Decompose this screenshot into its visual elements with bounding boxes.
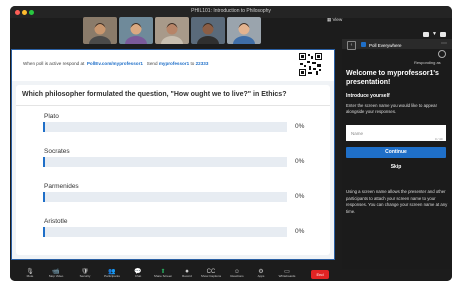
option-percent: 0% [295, 158, 305, 165]
mute-label: Mute [26, 274, 34, 278]
option-label: Parmenides [44, 183, 79, 190]
pin-icon[interactable]: ▼ [432, 32, 437, 37]
share-screen-label: Share Screen [153, 274, 173, 278]
security-button[interactable]: 🛡 Security [73, 269, 97, 279]
participant-video-4[interactable] [191, 17, 225, 44]
zoom-window: PHIL101: Introduction to Philosophy ▦ Vi… [10, 6, 452, 281]
character-counter: 0 / 40 [435, 137, 443, 141]
whiteboards-label: Whiteboards [278, 274, 296, 278]
question-divider [16, 105, 330, 106]
share-screen-button[interactable]: ⬆ Share Screen [151, 269, 175, 279]
chat-label: Chat [134, 274, 142, 278]
stop-video-button[interactable]: 📹 Stop Video [44, 269, 68, 279]
mute-button[interactable]: 🎙 Mute [18, 269, 42, 279]
apps-label: Apps [257, 274, 265, 278]
option-bar-fill [43, 122, 45, 132]
option-bar [43, 122, 287, 132]
whiteboards-button[interactable]: ▭ Whiteboards [275, 269, 299, 279]
anonymous-avatar-icon[interactable] [438, 50, 446, 58]
security-label: Security [79, 274, 91, 278]
option-label: Aristotle [44, 218, 68, 225]
reactions-button[interactable]: ☺ Reactions [225, 269, 249, 279]
option-bar [43, 192, 287, 202]
popout-icon[interactable] [440, 32, 446, 37]
show-captions-label: Show Captions [200, 274, 222, 278]
meeting-toolbar: 🎙 Mute 📹 Stop Video 🛡 Security 👥 Participants 💬 C… [10, 269, 452, 281]
screen-name-input[interactable] [346, 125, 446, 141]
view-button[interactable]: ▦ View [327, 17, 342, 23]
record-label: Record [182, 274, 192, 278]
welcome-heading: Welcome to myprofessor1's presentation! [346, 70, 439, 86]
participant-video-2[interactable] [119, 17, 153, 44]
participant-video-3[interactable] [155, 17, 189, 44]
reactions-label: Reactions [230, 274, 244, 278]
poll-url[interactable]: PollEv.com/myprofessor1 [87, 61, 143, 66]
participant-video-1[interactable] [83, 17, 117, 44]
respond-instructions: When poll is active respond at PollEv.co… [23, 61, 209, 66]
participants-button[interactable]: 👥 Participants [100, 269, 124, 279]
option-percent: 0% [295, 193, 305, 200]
poll-header: When poll is active respond at PollEv.co… [12, 50, 334, 81]
participant-video-5[interactable] [227, 17, 261, 44]
introduce-yourself-description: Enter the screen name you would like to … [346, 103, 438, 114]
participants-label: Participants [104, 274, 120, 278]
poll-everywhere-sidebar: ‹ Poll Everywhere ⋯ Responding as Welcom… [342, 39, 452, 269]
skip-button[interactable]: Skip [346, 164, 446, 170]
qr-code [298, 52, 323, 77]
option-bar [43, 157, 287, 167]
option-bar-fill [43, 227, 45, 237]
apps-button[interactable]: ⚙ Apps [249, 269, 273, 279]
poll-presentation: When poll is active respond at PollEv.co… [11, 49, 335, 260]
responding-as-row: Responding as [342, 49, 452, 65]
continue-button[interactable]: Continue [346, 147, 446, 158]
stop-video-label: Stop Video [48, 274, 64, 278]
responding-as-label: Responding as [414, 59, 441, 65]
record-button[interactable]: ⏺ Record [175, 269, 199, 279]
option-bar [43, 227, 287, 237]
text-code: myprofessor1 [158, 61, 190, 66]
question-text: Which philosopher formulated the questio… [22, 91, 287, 98]
end-meeting-button[interactable]: End [311, 270, 329, 279]
option-percent: 0% [295, 123, 305, 130]
option-bar-fill [43, 192, 45, 202]
poll-everywhere-logo-icon [361, 41, 366, 47]
option-bar-fill [43, 157, 45, 167]
show-captions-button[interactable]: CC Show Captions [199, 269, 223, 279]
option-label: Plato [44, 113, 59, 120]
sidebar-window-controls: ▼ [423, 32, 450, 38]
screen-icon[interactable] [423, 32, 429, 37]
chat-button[interactable]: 💬 Chat [126, 269, 150, 279]
text-number: 22333 [195, 61, 209, 66]
introduce-yourself-heading: Introduce yourself [346, 93, 390, 99]
question-card: Which philosopher formulated the questio… [16, 85, 330, 255]
option-percent: 0% [295, 228, 305, 235]
sidebar-title: Poll Everywhere [369, 43, 402, 48]
option-label: Socrates [44, 148, 70, 155]
window-title: PHIL101: Introduction to Philosophy [191, 7, 271, 14]
screen-name-note: Using a screen name allows the presenter… [346, 189, 448, 214]
